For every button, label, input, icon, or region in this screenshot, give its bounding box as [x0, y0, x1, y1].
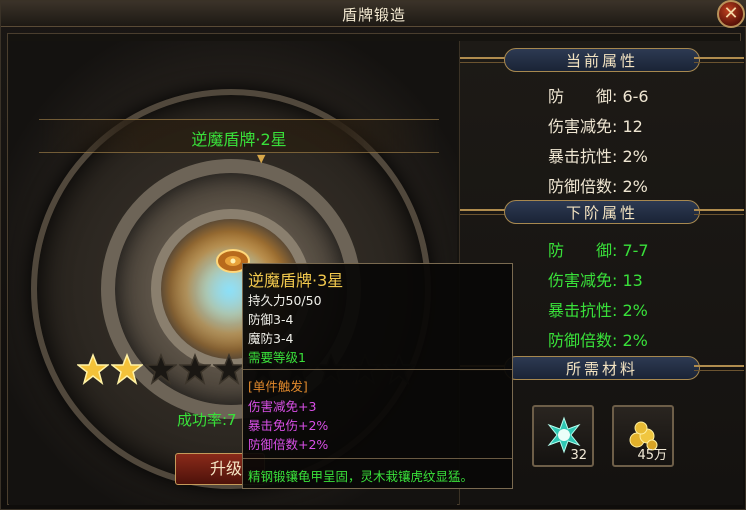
- star-empty-icon: [179, 353, 211, 385]
- current-attr-header: 当前属性: [460, 45, 744, 75]
- tooltip-durability: 持久力50/50: [248, 293, 322, 308]
- item-name: 逆魔盾牌·2星: [191, 130, 287, 149]
- tooltip-effect: 防御倍数+2%: [248, 437, 329, 452]
- star-empty-icon: [213, 353, 245, 385]
- star-empty-icon: [145, 353, 177, 385]
- success-rate: 成功率:7: [177, 411, 237, 429]
- item-name-banner: 逆魔盾牌·2星 ▼: [39, 119, 439, 165]
- next-crit-resist: 暴击抗性: 2%: [548, 301, 648, 320]
- tooltip-divider: [243, 458, 512, 459]
- next-damage-reduction: 伤害减免: 13: [548, 271, 643, 290]
- next-defense-multiplier: 防御倍数: 2%: [548, 331, 648, 350]
- material-count: 45万: [637, 448, 667, 463]
- tooltip-description: 精钢锻镶龟甲呈固，灵木栽镶虎纹显猛。: [248, 469, 474, 484]
- close-button[interactable]: ✕: [717, 0, 745, 28]
- material-count: 32: [570, 448, 587, 463]
- material-slot-gold[interactable]: 45万: [612, 405, 674, 467]
- star-filled-icon: [77, 353, 109, 385]
- current-defense-multiplier: 防御倍数: 2%: [548, 177, 648, 196]
- next-attr-header: 下阶属性: [460, 197, 744, 227]
- tooltip-divider: [243, 369, 512, 370]
- tooltip-title: 逆魔盾牌·3星: [248, 271, 344, 290]
- forge-window: 盾牌锻造 ✕ 逆魔盾牌·2星 ▼ 成功率:7 升级 当前属性 防 御: 6-6: [0, 0, 746, 510]
- title-bar: 盾牌锻造 ✕: [1, 0, 746, 28]
- tooltip-trigger-header: [单件触发]: [248, 379, 308, 394]
- tooltip-magic-defense: 魔防3-4: [248, 331, 294, 346]
- next-attr-title: 下阶属性: [565, 204, 638, 222]
- next-defense: 防 御: 7-7: [548, 241, 649, 260]
- star-filled-icon: [111, 353, 143, 385]
- current-crit-resist: 暴击抗性: 2%: [548, 147, 648, 166]
- material-slot-crystal[interactable]: 32: [532, 405, 594, 467]
- tooltip-level-req: 需要等级1: [248, 350, 306, 365]
- window-title: 盾牌锻造: [341, 6, 406, 24]
- current-defense: 防 御: 6-6: [548, 87, 649, 106]
- current-damage-reduction: 伤害减免: 12: [548, 117, 643, 136]
- caret-down-icon: ▼: [257, 152, 266, 165]
- item-tooltip: 逆魔盾牌·3星 持久力50/50 防御3-4 魔防3-4 需要等级1 [单件触发…: [242, 263, 513, 489]
- tooltip-effect: 伤害减免+3: [248, 399, 317, 414]
- tooltip-effect: 暴击免伤+2%: [248, 418, 329, 433]
- current-attr-title: 当前属性: [565, 52, 638, 70]
- tooltip-defense: 防御3-4: [248, 312, 294, 327]
